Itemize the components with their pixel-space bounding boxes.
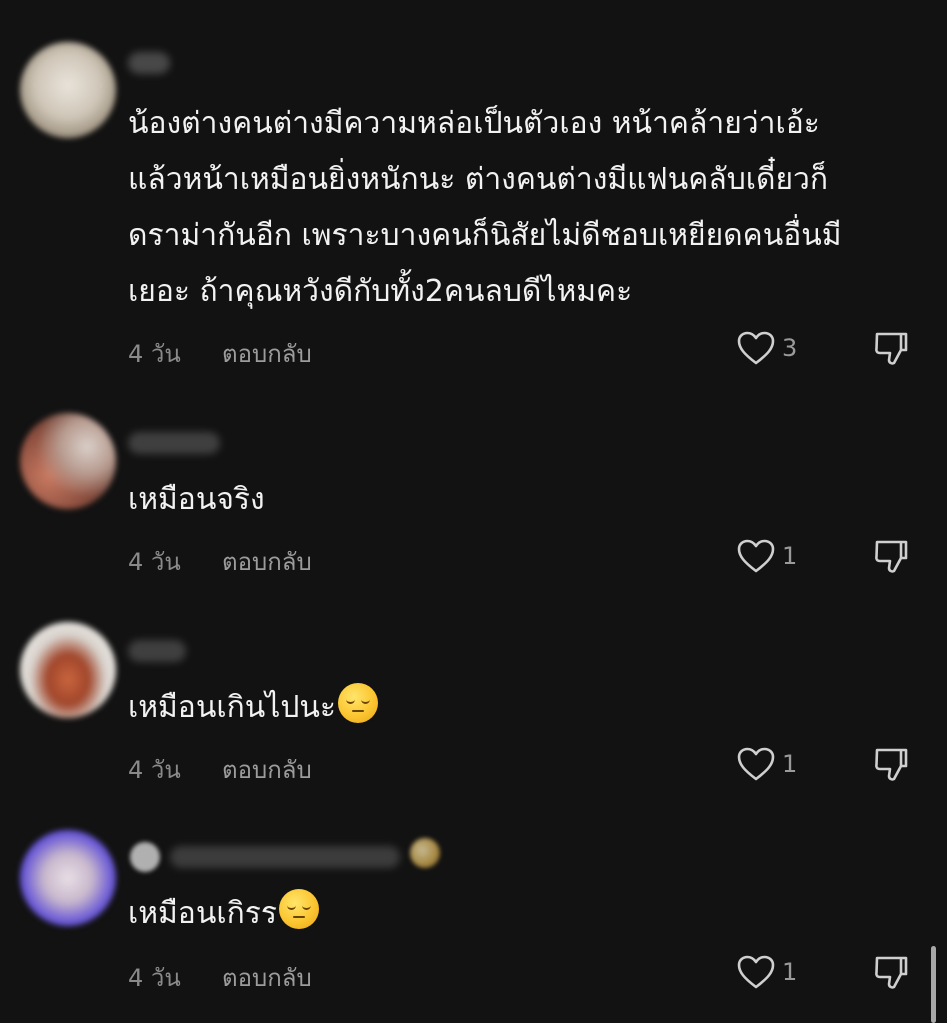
like-button[interactable]: 3 [736,328,797,368]
thumbs-down-icon [875,748,908,781]
user-avatar[interactable] [20,413,116,509]
thumbs-down-icon [875,540,908,573]
reply-button[interactable]: ตอบกลับ [222,750,312,789]
comment-time: 4 วัน [128,964,181,992]
heart-outline-icon [737,955,775,989]
scrollbar[interactable] [931,946,936,1023]
reply-button[interactable]: ตอบกลับ [222,334,312,373]
like-count: 1 [782,750,798,778]
dislike-button[interactable] [872,746,910,784]
reply-button[interactable]: ตอบกลับ [222,958,312,997]
like-count: 1 [782,958,798,986]
heart-outline-icon [737,539,775,573]
user-avatar[interactable] [20,622,116,718]
comment-text: เหมือนเกินไปนะ [128,680,908,736]
comment-meta: 4 วัน ตอบกลับ 1 [0,952,947,992]
comment-time: 4 วัน [128,756,181,784]
comment-time: 4 วัน [128,548,181,576]
reply-button[interactable]: ตอบกลับ [222,542,312,581]
like-button[interactable]: 1 [736,952,797,992]
comment-meta: 4 วัน ตอบกลับ 3 [0,328,947,368]
user-avatar[interactable] [20,830,116,926]
thumbs-down-icon [875,956,908,989]
thumbs-down-icon [875,332,908,365]
username-blurred[interactable] [128,432,220,454]
comment-meta: 4 วัน ตอบกลับ 1 [0,536,947,576]
dislike-button[interactable] [872,538,910,576]
pensive-face-emoji [278,889,319,929]
heart-outline-icon [737,331,775,365]
like-button[interactable]: 1 [736,536,797,576]
username-blurred[interactable] [128,640,186,662]
comment-text: เหมือนเกิรร [128,886,908,942]
comment-time: 4 วัน [128,340,181,368]
comment-text: เหมือนจริง [128,482,265,517]
dislike-button[interactable] [872,954,910,992]
like-button[interactable]: 1 [736,744,797,784]
comment-text: น้องต่างคนต่างมีความหล่อเป็นตัวเอง หน้าค… [128,106,842,309]
user-avatar[interactable] [20,42,116,138]
dislike-button[interactable] [872,330,910,368]
comment-text-body: เหมือนเกิรร [128,896,277,931]
username-blurred-emoji [130,842,160,872]
username-blurred[interactable] [128,52,170,74]
like-count: 3 [782,334,798,362]
comment-meta: 4 วัน ตอบกลับ 1 [0,744,947,784]
username-blurred-emoji [410,838,440,868]
pensive-face-emoji [338,683,379,723]
comment-text-body: เหมือนเกินไปนะ [128,690,337,725]
username-blurred[interactable] [170,846,400,868]
heart-outline-icon [737,747,775,781]
like-count: 1 [782,542,798,570]
